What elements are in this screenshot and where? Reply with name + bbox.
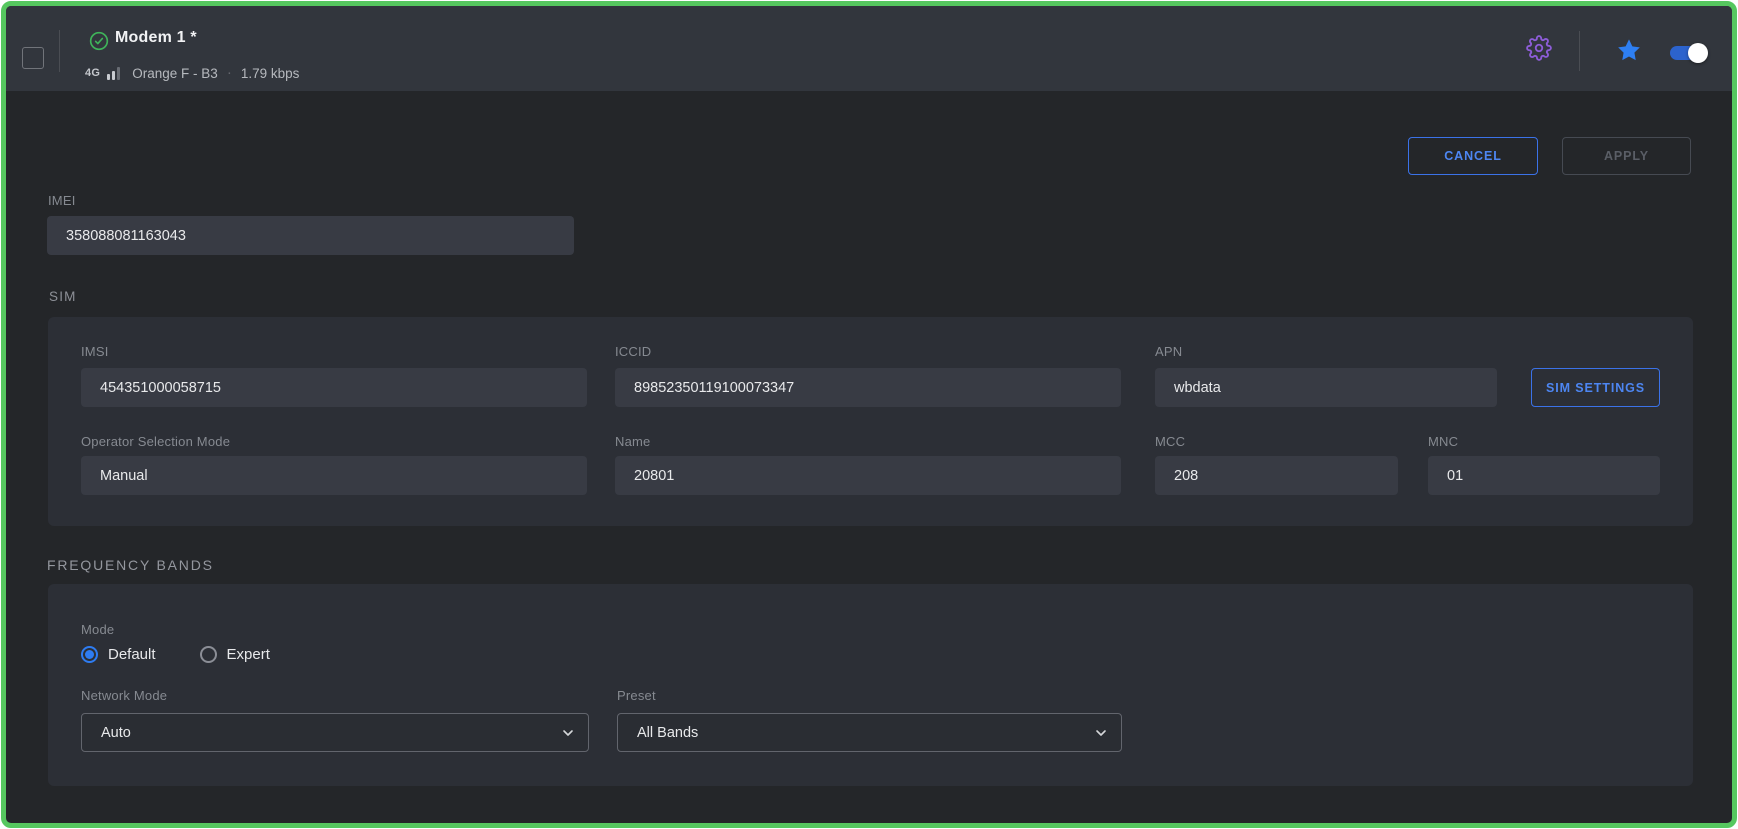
network-mode-value: Auto <box>101 725 131 741</box>
settings-gear-button[interactable] <box>1525 34 1553 62</box>
network-tech-badge: 4G <box>85 67 100 79</box>
modem-settings-screen: Modem 1 * 4G Orange F - B3 · 1.79 kbps <box>0 0 1738 829</box>
network-mode-label: Network Mode <box>81 688 167 703</box>
operator-selection-mode-label: Operator Selection Mode <box>81 434 230 449</box>
network-mode-select[interactable]: Auto <box>81 713 589 752</box>
header: Modem 1 * 4G Orange F - B3 · 1.79 kbps <box>6 6 1732 91</box>
imsi-label: IMSI <box>81 344 109 359</box>
sim-section-label: SIM <box>49 289 77 304</box>
chevron-down-icon <box>1093 725 1109 741</box>
modem-title: Modem 1 * <box>115 29 197 47</box>
mode-option-default-label: Default <box>108 646 156 663</box>
preset-label: Preset <box>617 688 656 703</box>
mode-option-default[interactable]: Default <box>81 646 156 663</box>
imsi-input[interactable] <box>81 368 587 407</box>
operator-name-label: Name <box>615 434 650 449</box>
imei-label: IMEI <box>48 193 76 208</box>
preset-value: All Bands <box>637 725 698 741</box>
modem-enable-toggle[interactable] <box>1670 46 1706 60</box>
operator-name: Orange F - B3 <box>132 66 218 81</box>
chevron-down-icon <box>560 725 576 741</box>
header-divider-right <box>1579 31 1580 71</box>
apply-button[interactable]: APPLY <box>1562 137 1691 175</box>
header-divider-left <box>59 30 60 72</box>
gear-icon <box>1526 35 1552 61</box>
star-icon <box>1616 37 1642 63</box>
favorite-star-button[interactable] <box>1616 37 1642 63</box>
frequency-bands-panel: Mode Default Expert Network Mode Auto Pr… <box>48 584 1693 786</box>
apn-label: APN <box>1155 344 1182 359</box>
signal-strength-icon <box>107 67 120 80</box>
mode-option-expert[interactable]: Expert <box>200 646 270 663</box>
mnc-input[interactable] <box>1428 456 1660 495</box>
imei-input[interactable] <box>47 216 574 255</box>
separator-dot: · <box>227 68 232 78</box>
radio-checked-icon <box>81 646 98 663</box>
preset-select[interactable]: All Bands <box>617 713 1122 752</box>
sim-panel: IMSI ICCID APN SIM SETTINGS Operator Sel… <box>48 317 1693 526</box>
frequency-bands-section-label: FREQUENCY BANDS <box>47 557 214 573</box>
mode-option-expert-label: Expert <box>227 646 270 663</box>
mode-label: Mode <box>81 622 114 637</box>
mnc-label: MNC <box>1428 434 1458 449</box>
iccid-input[interactable] <box>615 368 1121 407</box>
status-ok-icon <box>89 31 109 51</box>
radio-unchecked-icon <box>200 646 217 663</box>
apn-input[interactable] <box>1155 368 1497 407</box>
mcc-input[interactable] <box>1155 456 1398 495</box>
mcc-label: MCC <box>1155 434 1185 449</box>
operator-name-input[interactable] <box>615 456 1121 495</box>
modem-card: Modem 1 * 4G Orange F - B3 · 1.79 kbps <box>1 1 1737 828</box>
operator-selection-mode-input[interactable] <box>81 456 587 495</box>
mode-radio-group: Default Expert <box>81 646 270 663</box>
iccid-label: ICCID <box>615 344 651 359</box>
modem-select-checkbox[interactable] <box>22 47 44 69</box>
cancel-button[interactable]: CANCEL <box>1408 137 1538 175</box>
throughput-value: 1.79 kbps <box>241 66 300 81</box>
toggle-knob <box>1688 43 1708 63</box>
modem-status-row: 4G Orange F - B3 · 1.79 kbps <box>85 64 299 82</box>
sim-settings-button[interactable]: SIM SETTINGS <box>1531 368 1660 407</box>
